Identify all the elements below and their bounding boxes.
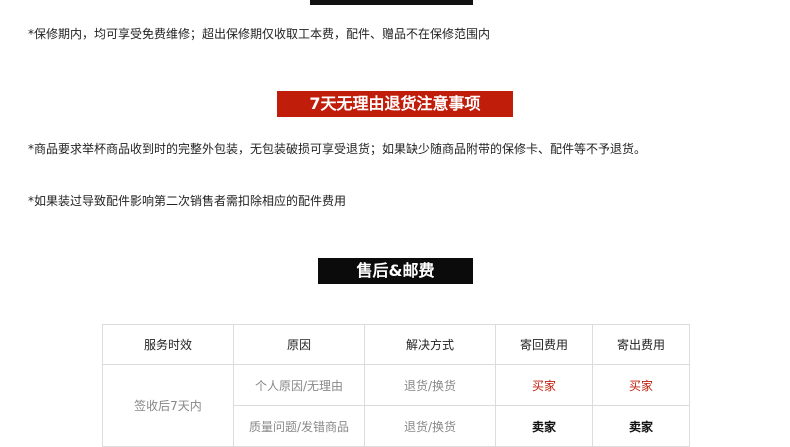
header-period: 服务时效: [102, 324, 234, 365]
return-policy-heading: 7天无理由退货注意事项: [277, 91, 513, 117]
solution-cell: 退货/换货: [364, 405, 496, 447]
aftersale-shipping-heading: 售后&邮费: [318, 258, 473, 284]
period-cell: 签收后7天内: [102, 364, 234, 447]
table-header-row: 服务时效 原因 解决方式 寄回费用 寄出费用: [102, 324, 690, 365]
reason-cell: 质量问题/发错商品: [233, 405, 365, 447]
header-return-fee: 寄回费用: [495, 324, 593, 365]
solution-cell: 退货/换货: [364, 364, 496, 406]
return-fee-cell: 卖家: [495, 405, 593, 447]
top-heading-bar: [310, 0, 473, 5]
warranty-note: *保修期内，均可享受免费维修；超出保修期仅收取工本费，配件、赠品不在保修范围内: [28, 27, 491, 41]
header-send-fee: 寄出费用: [592, 324, 690, 365]
return-fee-cell: 买家: [495, 364, 593, 406]
header-solution: 解决方式: [364, 324, 496, 365]
return-note-2: *如果装过导致配件影响第二次销售者需扣除相应的配件费用: [28, 194, 347, 208]
return-note-1: *商品要求举杯商品收到时的完整外包装，无包装破损可享受退货；如果缺少随商品附带的…: [28, 142, 647, 156]
send-fee-cell: 卖家: [592, 405, 690, 447]
header-reason: 原因: [233, 324, 365, 365]
service-table: 服务时效 原因 解决方式 寄回费用 寄出费用 签收后7天内 个人原因/无理由 退…: [102, 324, 690, 447]
reason-cell: 个人原因/无理由: [233, 364, 365, 406]
send-fee-cell: 买家: [592, 364, 690, 406]
table-row: 签收后7天内 个人原因/无理由 退货/换货 买家 买家: [102, 364, 690, 447]
